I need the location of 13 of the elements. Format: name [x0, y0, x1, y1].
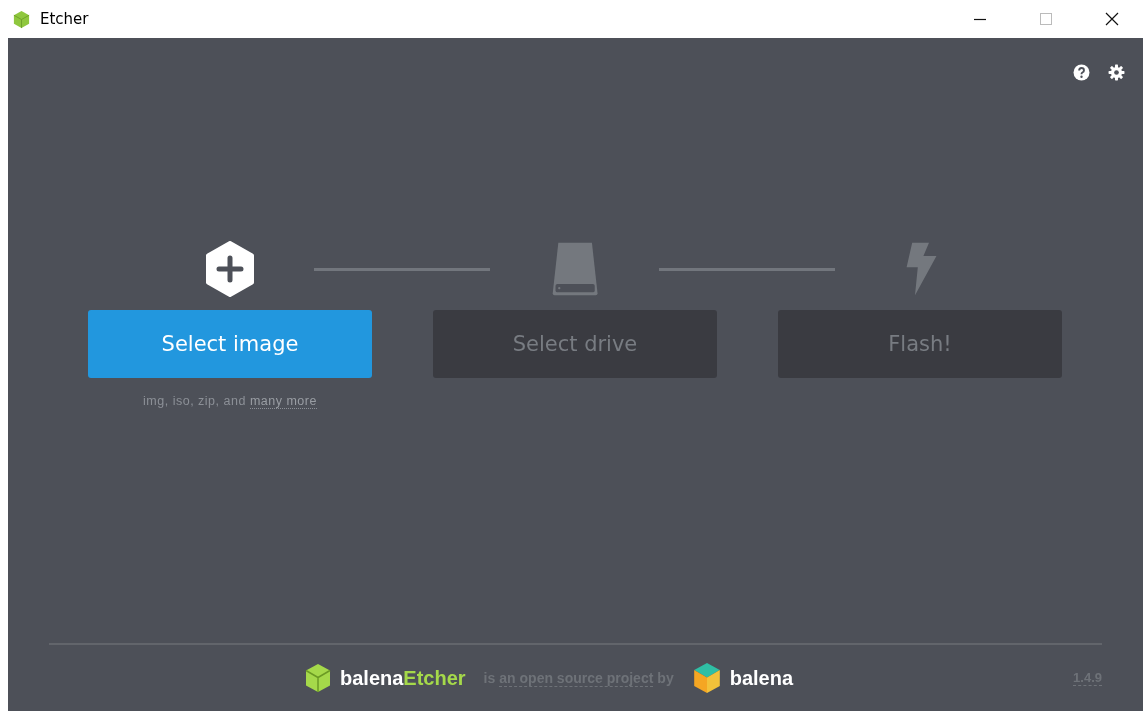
close-icon[interactable]	[1105, 12, 1119, 26]
hint-text: img, iso, zip, and	[143, 394, 246, 409]
cube-icon	[12, 9, 31, 29]
company-name[interactable]: balena	[729, 666, 794, 690]
brand-name[interactable]: balenaEtcher	[340, 666, 466, 690]
window-title: Etcher	[40, 10, 89, 28]
settings-icon[interactable]	[1108, 64, 1125, 81]
cube-icon	[691, 662, 722, 694]
cube-icon	[304, 663, 332, 693]
help-icon[interactable]	[1073, 64, 1090, 81]
plus-icon	[204, 241, 256, 297]
select-button[interactable]: Select image	[88, 310, 372, 378]
more-link[interactable]: many more	[249, 394, 317, 409]
